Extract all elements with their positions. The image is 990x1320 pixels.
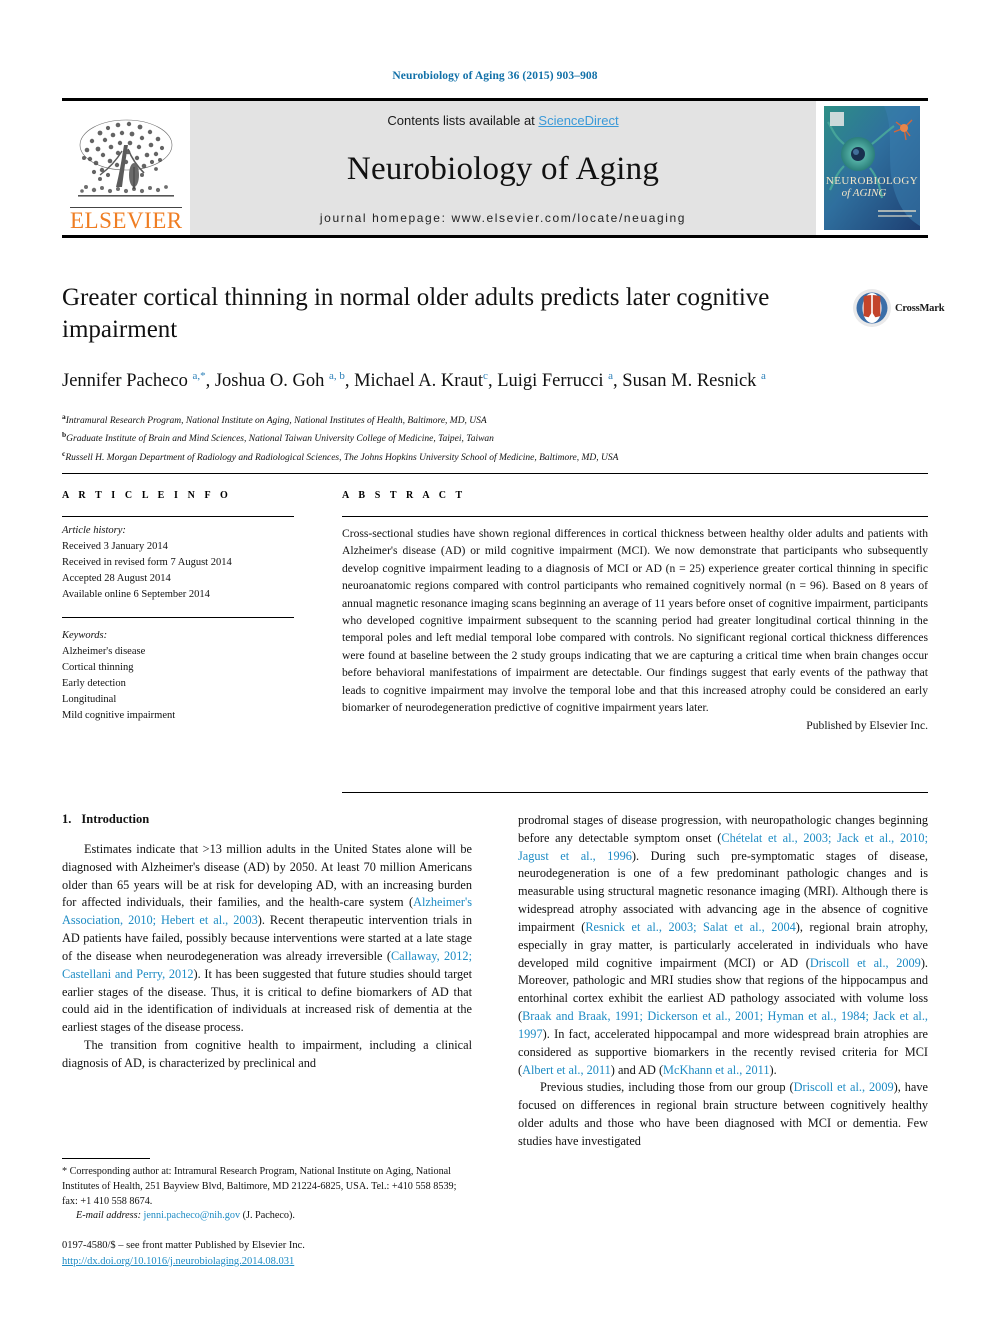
journal-cover-image: NEUROBIOLOGY of AGING	[816, 101, 928, 235]
divider-above-abstract	[62, 473, 928, 474]
abstract-column: Cross-sectional studies have shown regio…	[342, 516, 928, 732]
journal-masthead: ELSEVIER Contents lists available at Sci…	[62, 98, 928, 238]
keyword-item: Early detection	[62, 677, 126, 689]
email-suffix: (J. Pacheco).	[242, 1210, 295, 1222]
contents-available-line: Contents lists available at ScienceDirec…	[387, 113, 618, 128]
article-history-item: Received in revised form 7 August 2014	[62, 556, 232, 568]
affiliation-text: Intramural Research Program, National In…	[65, 415, 487, 426]
body-column-right: prodromal stages of disease progression,…	[518, 812, 928, 1151]
title-block: Greater cortical thinning in normal olde…	[62, 282, 842, 466]
copyright-line: 0197-4580/$ – see front matter Published…	[62, 1240, 305, 1251]
email-label: E-mail address:	[76, 1210, 141, 1222]
crossmark-label: CrossMark	[895, 302, 945, 314]
paper-title: Greater cortical thinning in normal olde…	[62, 284, 770, 343]
keyword-item: Longitudinal	[62, 693, 117, 705]
masthead-center: Contents lists available at ScienceDirec…	[190, 101, 816, 235]
doi-link[interactable]: http://dx.doi.org/10.1016/j.neurobiolagi…	[62, 1256, 294, 1267]
intro-paragraph-2-continued: prodromal stages of disease progression,…	[518, 813, 929, 1077]
keyword-item: Mild cognitive impairment	[62, 709, 176, 721]
affiliation-item: cRussell H. Morgan Department of Radiolo…	[62, 448, 842, 467]
article-history-item: Accepted 28 August 2014	[62, 572, 171, 584]
footnote-text: * Corresponding author at: Intramural Re…	[62, 1166, 457, 1207]
abstract-text: Cross-sectional studies have shown regio…	[342, 527, 928, 714]
author-list: Jennifer Pacheco a,*, Joshua O. Goh a, b…	[62, 369, 766, 391]
email-line: E-mail address: jenni.pacheco@nih.gov (J…	[62, 1209, 472, 1224]
abstract-heading: A B S T R A C T	[342, 490, 466, 501]
info-divider	[62, 516, 294, 517]
journal-homepage-line[interactable]: journal homepage: www.elsevier.com/locat…	[320, 211, 686, 225]
affiliation-text: Russell H. Morgan Department of Radiolog…	[65, 453, 619, 464]
abstract-divider	[342, 516, 928, 517]
sciencedirect-link[interactable]: ScienceDirect	[538, 113, 618, 128]
crossmark-icon	[853, 289, 891, 327]
article-history-block: Article history: Received 3 January 2014…	[62, 523, 294, 603]
intro-paragraph-1: Estimates indicate that >13 million adul…	[62, 842, 472, 1035]
divider-below-abstract	[342, 792, 928, 793]
affiliation-text: Graduate Institute of Brain and Mind Sci…	[66, 434, 494, 445]
running-head: Neurobiology of Aging 36 (2015) 903–908	[392, 70, 598, 82]
affiliation-item: bGraduate Institute of Brain and Mind Sc…	[62, 429, 842, 448]
section-heading-introduction: 1. Introduction	[62, 812, 472, 827]
section-number: 1.	[62, 812, 72, 826]
contents-prefix-text: Contents lists available at	[387, 113, 539, 128]
journal-cover-thumbnail-icon: NEUROBIOLOGY of AGING	[824, 106, 920, 230]
keywords-label: Keywords:	[62, 629, 108, 641]
journal-title: Neurobiology of Aging	[346, 151, 660, 188]
body-column-left: 1. Introduction Estimates indicate that >…	[62, 812, 472, 1073]
crossmark-badge[interactable]: CrossMark	[852, 285, 948, 331]
affiliation-list: aIntramural Research Program, National I…	[62, 411, 842, 467]
article-history-label: Article history:	[62, 525, 126, 536]
article-info-heading: A R T I C L E I N F O	[62, 490, 232, 501]
article-history-item: Available online 6 September 2014	[62, 588, 210, 600]
email-link[interactable]: jenni.pacheco@nih.gov	[144, 1210, 241, 1221]
article-info-column: Article history: Received 3 January 2014…	[62, 516, 294, 723]
keywords-divider	[62, 616, 294, 618]
elsevier-logo: ELSEVIER	[62, 101, 190, 235]
intro-paragraph-2: The transition from cognitive health to …	[62, 1038, 472, 1070]
elsevier-wordmark: ELSEVIER	[70, 207, 183, 233]
svg-text:of AGING: of AGING	[842, 187, 887, 199]
article-page: Neurobiology of Aging 36 (2015) 903–908	[0, 0, 990, 1320]
corresponding-author-footnote: * Corresponding author at: Intramural Re…	[62, 1158, 472, 1224]
intro-paragraph-3: Previous studies, including those from o…	[518, 1080, 928, 1148]
keyword-item: Alzheimer's disease	[62, 645, 146, 657]
svg-text:NEUROBIOLOGY: NEUROBIOLOGY	[826, 175, 918, 187]
email-line-inner: E-mail address: jenni.pacheco@nih.gov (J…	[62, 1209, 472, 1224]
section-title-text: Introduction	[81, 812, 150, 826]
abstract-publisher-line: Published by Elsevier Inc.	[806, 719, 928, 733]
footnote-divider	[62, 1158, 150, 1159]
keyword-item: Cortical thinning	[62, 661, 134, 673]
keywords-block: Keywords: Alzheimer's disease Cortical t…	[62, 628, 294, 724]
elsevier-tree-icon	[78, 119, 174, 197]
copyright-block: 0197-4580/$ – see front matter Published…	[62, 1238, 492, 1270]
article-history-item: Received 3 January 2014	[62, 540, 168, 552]
affiliation-item: aIntramural Research Program, National I…	[62, 411, 842, 430]
